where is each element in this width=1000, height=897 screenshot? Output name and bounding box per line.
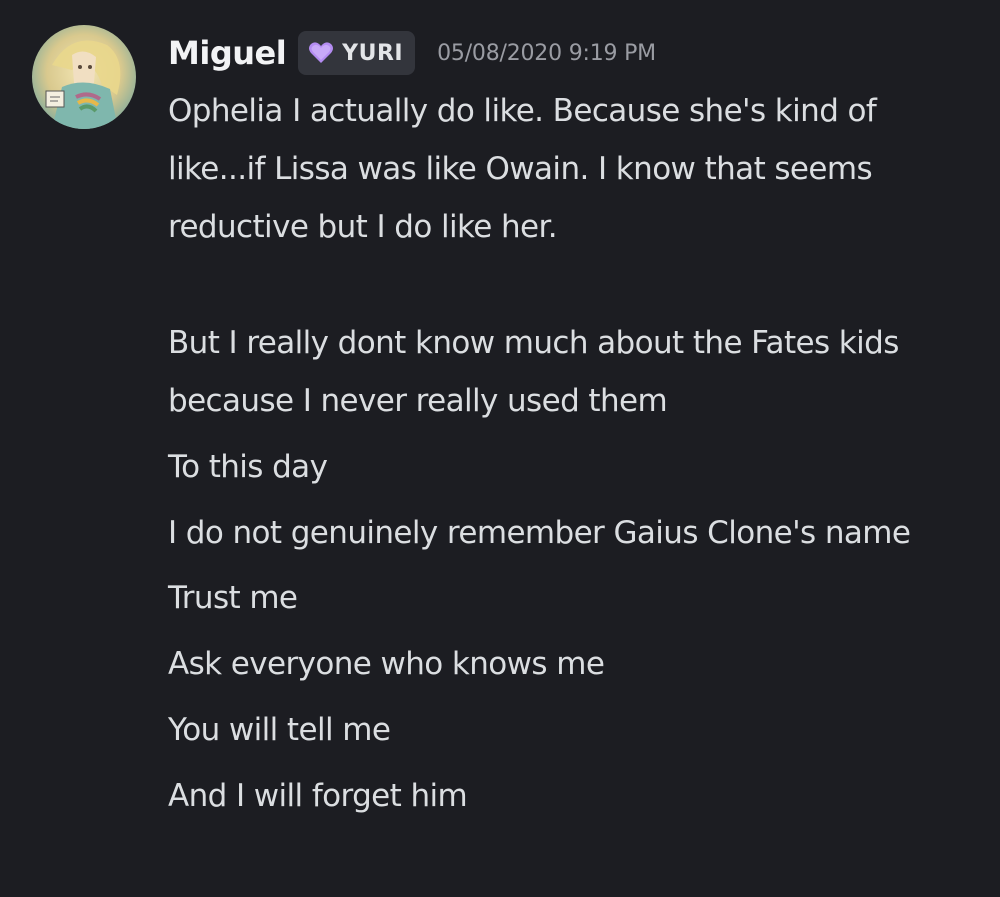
message-line: I do not genuinely remember Gaius Clone'… [168, 515, 911, 551]
message-line: Trust me [168, 580, 298, 616]
username[interactable]: Miguel [168, 34, 287, 72]
message-line: And I will forget him [168, 778, 468, 814]
message-line: You will tell me [168, 712, 391, 748]
message-paragraph: But I really dont know much about the Fa… [168, 325, 899, 419]
message-content: Ophelia I actually do like. Because she'… [168, 82, 978, 833]
server-tag-label: YURI [342, 40, 404, 66]
user-avatar-illustration-icon [32, 25, 136, 129]
message-line: To this day [168, 449, 328, 485]
purple-heart-icon [308, 41, 334, 65]
message-timestamp[interactable]: 05/08/2020 9:19 PM [437, 41, 656, 66]
message-header: Miguel YURI 05/08/2020 9:19 PM [168, 28, 656, 78]
message-line: Ask everyone who knows me [168, 646, 605, 682]
server-tag[interactable]: YURI [298, 31, 416, 75]
user-avatar[interactable] [32, 25, 136, 129]
chat-message: Miguel YURI 05/08/2020 9:19 PM Ophelia I… [0, 0, 1000, 897]
message-paragraph: Ophelia I actually do like. Because she'… [168, 93, 877, 245]
